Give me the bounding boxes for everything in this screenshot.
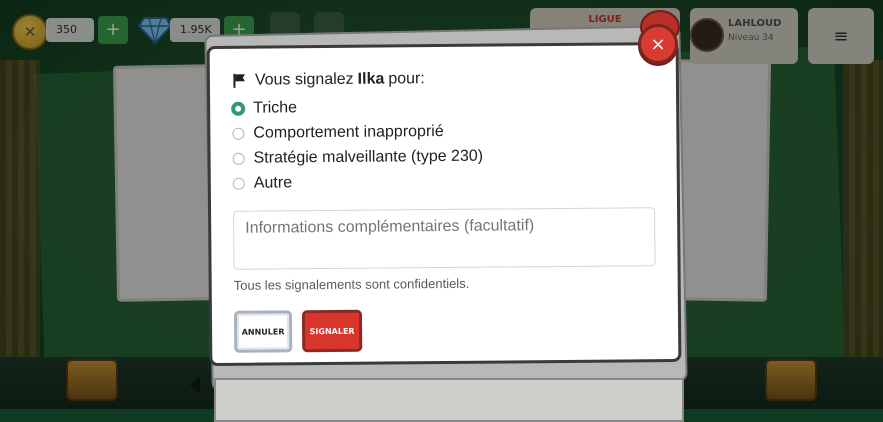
reason-label: Comportement inapproprié [253, 122, 444, 142]
reason-label: Autre [253, 173, 293, 192]
report-dialog: Vous signalez Ilka pour: Triche Comporte… [206, 41, 682, 367]
close-icon: × [650, 33, 666, 55]
reason-option-behavior[interactable]: Comportement inapproprié [232, 117, 654, 146]
title-prefix: Vous signalez [254, 70, 354, 89]
cancel-button[interactable]: ANNULER [233, 310, 293, 353]
reason-label: Triche [253, 98, 298, 117]
radio[interactable] [232, 152, 245, 165]
reason-options: Triche Comportement inapproprié Stratégi… [231, 92, 655, 196]
reason-option-other[interactable]: Autre [232, 167, 655, 196]
close-button[interactable]: × [638, 24, 678, 64]
modal-frame-bottom [214, 378, 684, 422]
flag-icon [233, 73, 245, 88]
radio-selected[interactable] [231, 101, 246, 116]
confidential-note: Tous les signalements sont confidentiels… [233, 275, 470, 293]
radio[interactable] [232, 177, 245, 190]
title-suffix: pour: [388, 70, 425, 88]
reason-option-strategy[interactable]: Stratégie malveillante (type 230) [232, 142, 654, 171]
radio[interactable] [232, 127, 245, 140]
reason-label: Stratégie malveillante (type 230) [253, 147, 484, 167]
additional-info-field[interactable] [233, 207, 656, 270]
dialog-title: Vous signalez Ilka pour: [232, 65, 654, 93]
report-button[interactable]: SIGNALER [301, 309, 363, 353]
reason-option-cheating[interactable]: Triche [231, 92, 654, 121]
reported-user: Ilka [357, 70, 385, 88]
dialog-actions: ANNULER SIGNALER [233, 307, 656, 353]
